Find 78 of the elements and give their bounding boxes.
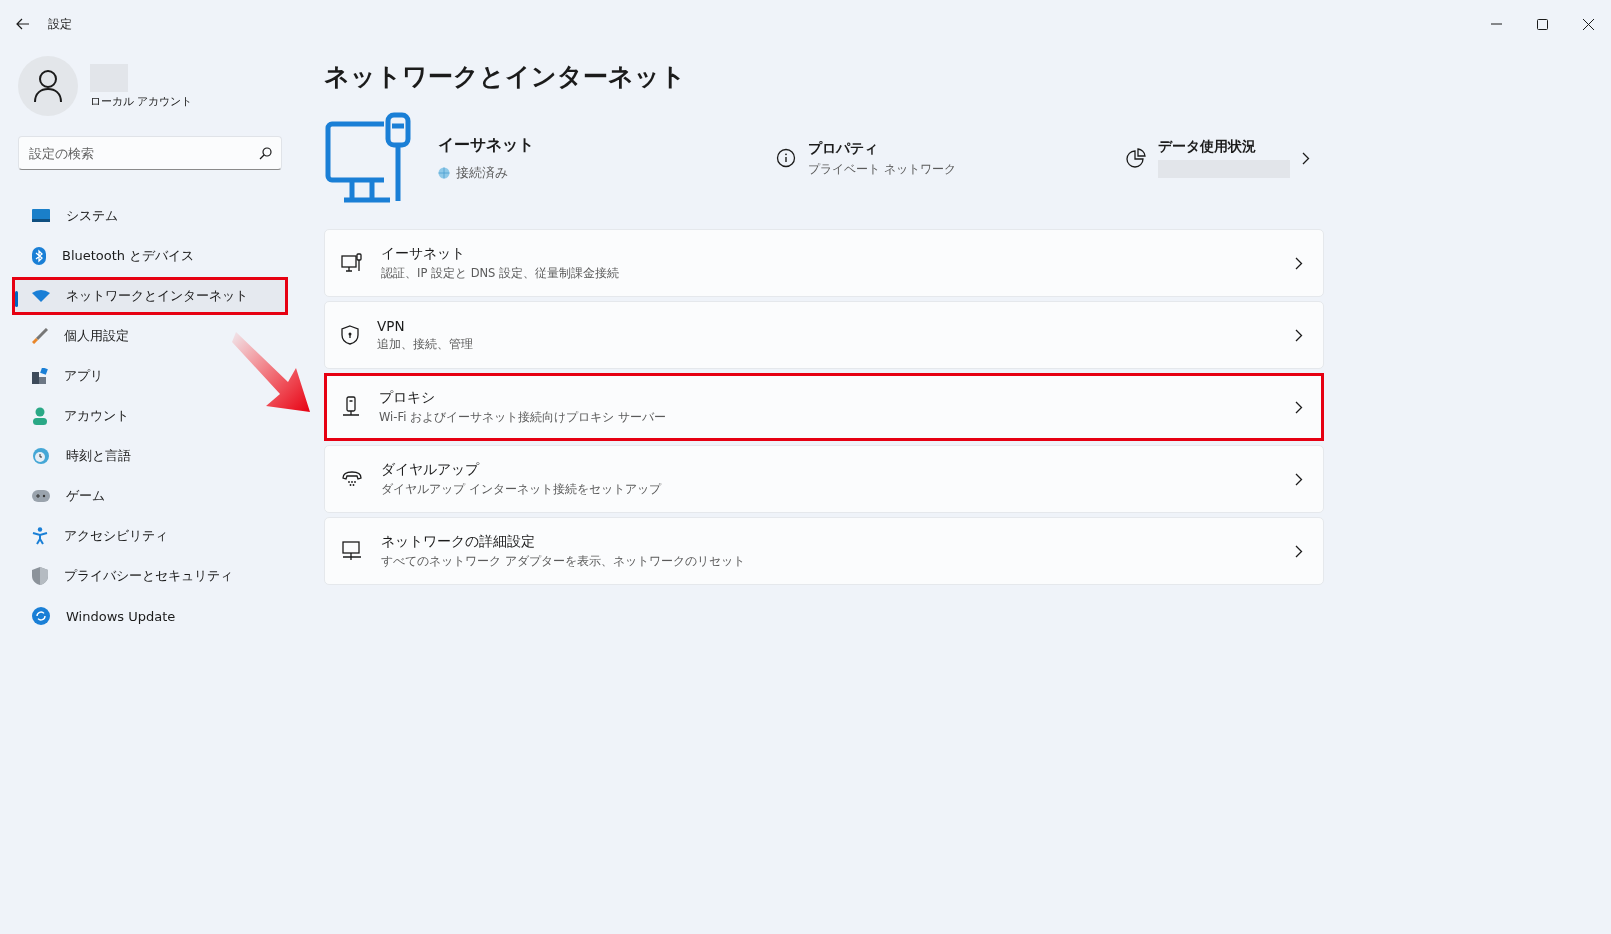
chevron-right-icon bbox=[1302, 151, 1310, 165]
minimize-icon bbox=[1490, 23, 1502, 25]
network-type: プライベート ネットワーク bbox=[808, 161, 956, 177]
properties-link[interactable]: プロパティ プライベート ネットワーク bbox=[776, 139, 956, 177]
card-description: 認証、IP 設定と DNS 設定、従量制課金接続 bbox=[381, 266, 621, 281]
chevron-right-icon bbox=[1295, 544, 1303, 558]
search-icon bbox=[259, 147, 272, 160]
sidebar-label: プライバシーとセキュリティ bbox=[64, 567, 233, 585]
sidebar-item[interactable]: アクセシビリティ bbox=[12, 517, 288, 555]
settings-card[interactable]: ネットワークの詳細設定 すべてのネットワーク アダプターを表示、ネットワークのリセット bbox=[324, 517, 1324, 585]
card-title: プロキシ bbox=[379, 389, 436, 407]
maximize-icon bbox=[1536, 18, 1548, 30]
shield-icon bbox=[341, 325, 359, 345]
sidebar-label: アカウント bbox=[64, 407, 129, 425]
page-title: ネットワークとインターネット bbox=[324, 61, 687, 93]
sidebar-label: Windows Update bbox=[66, 608, 176, 624]
bluetooth-icon bbox=[32, 247, 46, 265]
person-icon bbox=[32, 407, 48, 425]
card-description: 追加、接続、管理 bbox=[377, 337, 474, 352]
card-title: ダイヤルアップ bbox=[381, 461, 481, 479]
window-title: 設定 bbox=[48, 15, 72, 33]
sidebar-label: Bluetooth とデバイス bbox=[62, 247, 195, 265]
chevron-right-icon bbox=[1295, 328, 1303, 342]
network-monitor-icon bbox=[341, 541, 363, 561]
globe-icon bbox=[438, 166, 450, 179]
sidebar-item[interactable]: ゲーム bbox=[12, 477, 288, 515]
settings-card[interactable]: ダイヤルアップ ダイヤルアップ インターネット接続をセットアップ bbox=[324, 445, 1324, 513]
account-type: ローカル アカウント bbox=[90, 93, 193, 109]
card-title: イーサネット bbox=[381, 245, 466, 263]
connection-status: 接続済み bbox=[456, 163, 508, 182]
card-description: Wi-Fi およびイーサネット接続向けプロキシ サーバー bbox=[379, 410, 667, 425]
sidebar-item[interactable]: 個人用設定 bbox=[12, 317, 288, 355]
monitor-icon bbox=[32, 209, 50, 223]
pie-chart-icon bbox=[1126, 148, 1146, 168]
info-icon bbox=[776, 148, 797, 168]
clock-globe-icon bbox=[32, 447, 50, 465]
phone-icon bbox=[341, 470, 363, 488]
sidebar-label: 時刻と言語 bbox=[66, 447, 131, 465]
settings-card[interactable]: イーサネット 認証、IP 設定と DNS 設定、従量制課金接続 bbox=[324, 229, 1324, 297]
sidebar-item[interactable]: システム bbox=[12, 197, 288, 235]
brush-icon bbox=[32, 328, 48, 344]
accessibility-icon bbox=[32, 527, 48, 545]
sidebar-label: アクセシビリティ bbox=[64, 527, 168, 545]
sidebar-label: アプリ bbox=[64, 367, 103, 385]
back-arrow-icon[interactable] bbox=[16, 18, 30, 30]
sidebar-item[interactable]: アカウント bbox=[12, 397, 288, 435]
card-description: すべてのネットワーク アダプターを表示、ネットワークのリセット bbox=[381, 554, 746, 569]
chevron-right-icon bbox=[1295, 256, 1303, 270]
sidebar-item[interactable]: Windows Update bbox=[12, 597, 288, 635]
proxy-server-icon bbox=[341, 396, 361, 418]
apps-icon bbox=[32, 368, 48, 384]
connection-name: イーサネット bbox=[438, 134, 534, 156]
sidebar-item[interactable]: アプリ bbox=[12, 357, 288, 395]
sidebar-label: 個人用設定 bbox=[64, 327, 129, 345]
sidebar-item[interactable]: 時刻と言語 bbox=[12, 437, 288, 475]
wifi-icon bbox=[32, 290, 50, 302]
sidebar-item[interactable]: ネットワークとインターネット bbox=[12, 277, 288, 315]
data-usage-link[interactable]: データ使用状況 bbox=[1126, 138, 1310, 178]
shield-icon bbox=[32, 567, 48, 585]
chevron-right-icon bbox=[1295, 472, 1303, 486]
sidebar-item[interactable]: プライバシーとセキュリティ bbox=[12, 557, 288, 595]
data-usage-title: データ使用状況 bbox=[1158, 138, 1257, 156]
ethernet-monitor-icon bbox=[341, 253, 363, 273]
update-icon bbox=[32, 607, 50, 625]
card-title: ネットワークの詳細設定 bbox=[381, 533, 536, 551]
close-icon bbox=[1582, 18, 1594, 30]
sidebar-label: システム bbox=[66, 207, 118, 225]
card-description: ダイヤルアップ インターネット接続をセットアップ bbox=[381, 482, 663, 497]
chevron-right-icon bbox=[1295, 400, 1303, 414]
sidebar-label: ネットワークとインターネット bbox=[66, 287, 248, 305]
sidebar-item[interactable]: Bluetooth とデバイス bbox=[12, 237, 288, 275]
settings-card[interactable]: プロキシ Wi-Fi およびイーサネット接続向けプロキシ サーバー bbox=[324, 373, 1324, 441]
search-field[interactable]: 設定の検索 bbox=[18, 136, 282, 170]
card-title: VPN bbox=[377, 318, 406, 334]
gamepad-icon bbox=[32, 490, 50, 502]
settings-card[interactable]: VPN 追加、接続、管理 bbox=[324, 301, 1324, 369]
properties-title: プロパティ bbox=[808, 139, 880, 158]
sidebar-label: ゲーム bbox=[66, 487, 105, 505]
